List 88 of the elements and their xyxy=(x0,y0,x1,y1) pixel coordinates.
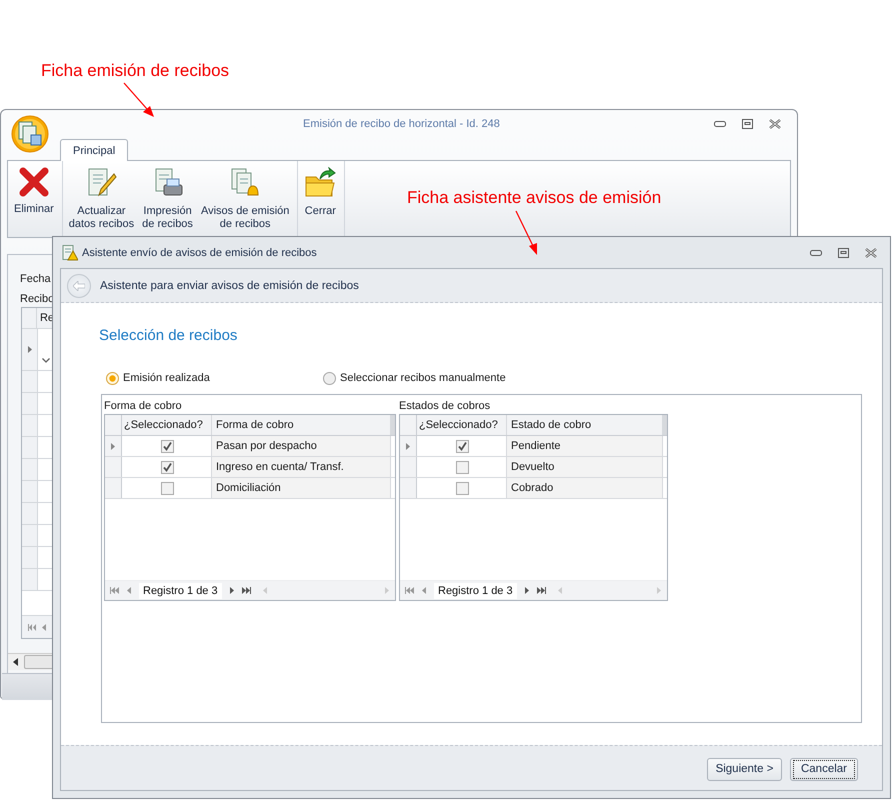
arrow-left-icon xyxy=(73,280,85,290)
first-record-icon[interactable] xyxy=(110,587,119,594)
table-cell: Cobrado xyxy=(507,478,663,498)
row-header-cell[interactable] xyxy=(22,415,38,436)
radio-icon[interactable] xyxy=(106,372,119,384)
table-cell: Pasan por despacho xyxy=(212,436,391,456)
chevron-down-icon[interactable] xyxy=(42,358,50,363)
row-header-cell[interactable] xyxy=(22,569,38,590)
first-record-icon[interactable] xyxy=(28,624,36,630)
annotation-arrow xyxy=(515,210,539,256)
maximize-icon[interactable] xyxy=(742,119,753,129)
grid-caption: Estados de cobros xyxy=(399,400,492,414)
row-indicator-icon xyxy=(406,442,410,450)
record-counter: Registro 1 de 3 xyxy=(139,582,222,598)
previous-record-icon[interactable] xyxy=(42,624,46,630)
ribbon-button[interactable]: Avisos de emisión de recibos xyxy=(198,165,292,233)
scroll-right-icon[interactable] xyxy=(657,587,661,594)
row-header-cell[interactable] xyxy=(105,457,122,477)
ribbon-button[interactable]: Impresión de recibos xyxy=(140,165,195,233)
last-record-icon[interactable] xyxy=(242,587,251,594)
window-title: Asistente envío de avisos de emisión de recibos xyxy=(82,246,317,258)
section-title: Selección de recibos xyxy=(99,327,238,346)
previous-record-icon[interactable] xyxy=(422,587,426,594)
checkbox[interactable] xyxy=(456,482,469,494)
next-record-icon[interactable] xyxy=(230,587,234,594)
scroll-left-icon[interactable] xyxy=(13,658,18,666)
radio-option[interactable]: Seleccionar recibos manualmente xyxy=(323,370,506,386)
row-header-cell[interactable] xyxy=(105,436,122,456)
dialog-button[interactable]: Cancelar xyxy=(790,758,858,780)
previous-record-icon[interactable] xyxy=(127,587,131,594)
table-cell: Ingreso en cuenta/ Transf. xyxy=(212,457,391,477)
folder-arrow-icon xyxy=(304,167,336,199)
document-warning-icon xyxy=(62,244,78,260)
vertical-scrollbar[interactable] xyxy=(391,415,395,435)
last-record-icon[interactable] xyxy=(536,587,546,594)
checkbox[interactable] xyxy=(161,460,174,474)
radio-icon[interactable] xyxy=(323,372,336,384)
minimize-icon[interactable] xyxy=(810,250,822,256)
row-header-cell[interactable] xyxy=(22,547,38,568)
row-header-cell[interactable] xyxy=(105,478,122,498)
row-indicator-icon xyxy=(111,442,115,450)
window-title: Emisión de recibo de horizontal - Id. 248 xyxy=(303,118,500,130)
wizard-header: Asistente para enviar avisos de emisión de recibos xyxy=(100,280,359,292)
checkbox[interactable] xyxy=(456,460,469,474)
row-header-cell[interactable] xyxy=(400,478,417,498)
dialog-button[interactable]: Siguiente > xyxy=(707,758,782,780)
record-counter: Registro 1 de 3 xyxy=(434,582,517,598)
table-cell: Pendiente xyxy=(507,436,663,456)
scroll-right-icon[interactable] xyxy=(385,587,389,594)
annotation-label: Ficha asistente avisos de emisión xyxy=(407,188,662,208)
checkbox[interactable] xyxy=(456,440,469,452)
ribbon-button[interactable]: Eliminar xyxy=(12,165,56,218)
row-header-cell[interactable] xyxy=(22,437,38,458)
ribbon-button[interactable]: Actualizar datos recibos xyxy=(66,165,136,233)
row-header-cell[interactable] xyxy=(400,436,417,456)
table-cell: Devuelto xyxy=(507,457,663,477)
scrollbar-thumb[interactable] xyxy=(24,655,54,669)
next-record-icon[interactable] xyxy=(524,587,529,594)
vertical-scrollbar[interactable] xyxy=(663,415,667,435)
column-header[interactable]: ¿Seleccionado? xyxy=(417,415,507,435)
app-logo-icon[interactable] xyxy=(11,115,49,153)
row-header-cell[interactable] xyxy=(22,503,38,524)
grid-caption: Forma de cobro xyxy=(104,400,183,414)
row-header-cell[interactable] xyxy=(22,329,38,370)
ribbon-button[interactable]: Cerrar xyxy=(302,165,338,220)
checkbox[interactable] xyxy=(161,482,174,494)
column-header[interactable]: ¿Seleccionado? xyxy=(122,415,212,435)
back-button[interactable] xyxy=(67,274,91,298)
field-label: Fecha xyxy=(20,273,51,285)
maximize-icon[interactable] xyxy=(838,248,849,258)
row-header-cell[interactable] xyxy=(22,459,38,480)
table-cell: Domiciliación xyxy=(212,478,391,498)
close-icon[interactable] xyxy=(769,119,781,129)
first-record-icon[interactable] xyxy=(405,587,414,594)
row-header-cell[interactable] xyxy=(22,393,38,414)
row-header-cell[interactable] xyxy=(22,525,38,546)
annotation-label: Ficha emisión de recibos xyxy=(41,61,230,81)
row-header-cell[interactable] xyxy=(22,481,38,502)
row-header-cell[interactable] xyxy=(400,457,417,477)
ribbon-tab[interactable]: Principal xyxy=(60,139,128,161)
annotation-arrow xyxy=(123,82,155,118)
close-icon[interactable] xyxy=(865,248,877,258)
row-indicator-icon xyxy=(28,346,32,353)
checkbox[interactable] xyxy=(161,440,174,452)
radio-option[interactable]: Emisión realizada xyxy=(106,370,323,386)
minimize-icon[interactable] xyxy=(714,121,726,127)
x-icon xyxy=(18,167,49,197)
row-header-cell[interactable] xyxy=(22,371,38,392)
